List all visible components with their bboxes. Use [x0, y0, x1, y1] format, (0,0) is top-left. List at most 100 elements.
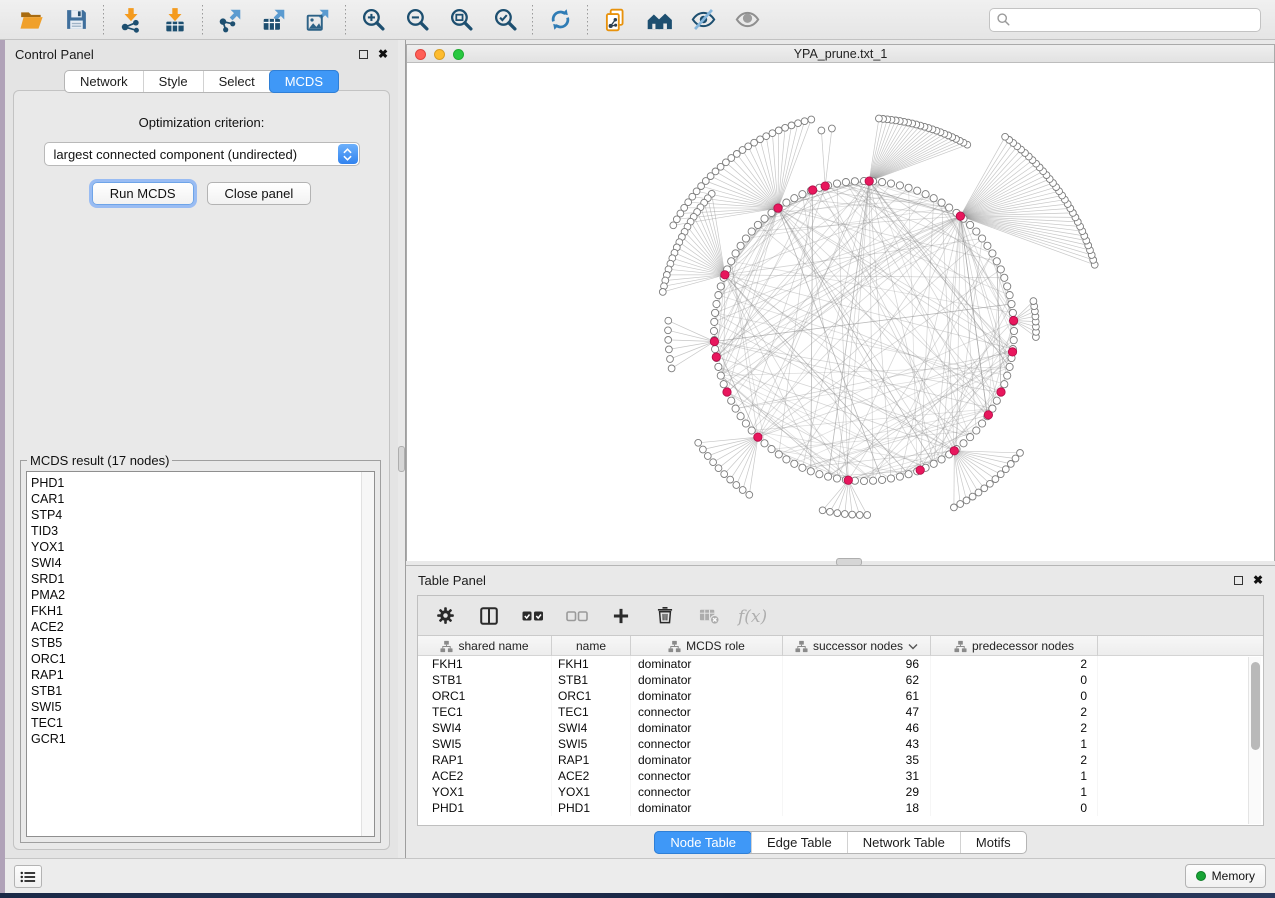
tab-mcds[interactable]: MCDS — [269, 70, 339, 93]
network-node[interactable] — [799, 191, 806, 198]
table-tab-node-table[interactable]: Node Table — [654, 831, 752, 854]
network-node[interactable] — [712, 346, 719, 353]
network-node[interactable] — [761, 215, 768, 222]
network-node[interactable] — [905, 184, 912, 191]
network-node[interactable] — [732, 405, 739, 412]
network-selected-hub-node[interactable] — [997, 388, 1005, 396]
task-history-button[interactable] — [14, 865, 42, 888]
mcds-result-item[interactable]: TID3 — [31, 523, 374, 539]
network-node[interactable] — [791, 195, 798, 202]
network-leaf-node[interactable] — [1012, 455, 1019, 462]
network-leaf-node[interactable] — [665, 317, 672, 324]
network-leaf-node[interactable] — [1017, 450, 1024, 457]
network-node[interactable] — [851, 178, 858, 185]
network-leaf-node[interactable] — [666, 346, 673, 353]
network-node[interactable] — [860, 477, 867, 484]
network-selected-hub-node[interactable] — [723, 388, 731, 396]
network-node[interactable] — [989, 250, 996, 257]
network-leaf-node[interactable] — [727, 476, 734, 483]
network-node[interactable] — [825, 473, 832, 480]
network-graph[interactable] — [407, 63, 1274, 564]
float-panel-icon[interactable] — [359, 50, 368, 59]
network-node[interactable] — [1008, 300, 1015, 307]
folder-open-button[interactable] — [14, 4, 50, 36]
network-leaf-node[interactable] — [818, 127, 825, 134]
network-node[interactable] — [1010, 337, 1017, 344]
search-input[interactable] — [1015, 12, 1254, 27]
tab-select[interactable]: Select — [203, 71, 270, 92]
mcds-result-item[interactable]: PHD1 — [31, 475, 374, 491]
zoom-out-button[interactable] — [399, 4, 435, 36]
criterion-dropdown[interactable]: largest connected component (undirected) — [44, 142, 360, 166]
network-node[interactable] — [1001, 274, 1008, 281]
network-selected-hub-node[interactable] — [865, 177, 873, 185]
network-selected-hub-node[interactable] — [844, 476, 852, 484]
column-header-MCDS-role[interactable]: MCDS role — [631, 636, 783, 656]
select-all-button[interactable] — [518, 601, 548, 631]
network-selected-hub-node[interactable] — [754, 433, 762, 441]
gear-button[interactable] — [430, 601, 460, 631]
export-table-button[interactable] — [256, 4, 292, 36]
network-node[interactable] — [833, 475, 840, 482]
table-row[interactable]: FKH1FKH1dominator962 — [418, 656, 1263, 672]
network-leaf-node[interactable] — [782, 124, 789, 131]
mcds-result-item[interactable]: SWI4 — [31, 555, 374, 571]
column-header-successor-nodes[interactable]: successor nodes — [783, 636, 931, 656]
network-node[interactable] — [922, 191, 929, 198]
network-node[interactable] — [984, 242, 991, 249]
mcds-result-item[interactable]: RAP1 — [31, 667, 374, 683]
mcds-result-item[interactable]: YOX1 — [31, 539, 374, 555]
close-panel-icon[interactable]: ✖ — [378, 48, 388, 60]
close-window-button[interactable] — [415, 49, 426, 60]
network-leaf-node[interactable] — [710, 459, 717, 466]
network-leaf-node[interactable] — [769, 130, 776, 137]
network-selected-hub-node[interactable] — [1008, 348, 1016, 356]
network-selected-hub-node[interactable] — [956, 212, 964, 220]
network-node[interactable] — [710, 327, 717, 334]
network-node[interactable] — [737, 413, 744, 420]
first-neighbors-button[interactable] — [641, 4, 677, 36]
network-node[interactable] — [720, 381, 727, 388]
add-button[interactable] — [606, 601, 636, 631]
table-row[interactable]: SWI5SWI5connector431 — [418, 736, 1263, 752]
network-node[interactable] — [930, 460, 937, 467]
network-leaf-node[interactable] — [876, 115, 883, 122]
table-row[interactable]: RAP1RAP1dominator352 — [418, 752, 1263, 768]
network-leaf-node[interactable] — [819, 507, 826, 514]
network-node[interactable] — [728, 397, 735, 404]
network-node[interactable] — [887, 180, 894, 187]
tab-network[interactable]: Network — [65, 71, 143, 92]
network-node[interactable] — [737, 242, 744, 249]
network-node[interactable] — [1009, 309, 1016, 316]
table-row[interactable]: TEC1TEC1connector472 — [418, 704, 1263, 720]
network-node[interactable] — [967, 221, 974, 228]
network-node[interactable] — [905, 471, 912, 478]
network-leaf-node[interactable] — [739, 487, 746, 494]
network-node[interactable] — [816, 471, 823, 478]
table-row[interactable]: SWI4SWI4dominator462 — [418, 720, 1263, 736]
network-node[interactable] — [717, 372, 724, 379]
network-node[interactable] — [1006, 292, 1013, 299]
tab-style[interactable]: Style — [143, 71, 203, 92]
network-leaf-node[interactable] — [1002, 133, 1009, 140]
network-leaf-node[interactable] — [827, 508, 834, 515]
network-selected-hub-node[interactable] — [710, 337, 718, 345]
network-leaf-node[interactable] — [849, 511, 856, 518]
network-node[interactable] — [711, 318, 718, 325]
table-row[interactable]: ORC1ORC1dominator610 — [418, 688, 1263, 704]
network-node[interactable] — [768, 446, 775, 453]
network-leaf-node[interactable] — [975, 489, 982, 496]
close-table-panel-icon[interactable]: ✖ — [1253, 574, 1263, 586]
network-leaf-node[interactable] — [667, 356, 674, 363]
mcds-result-item[interactable]: ORC1 — [31, 651, 374, 667]
network-node[interactable] — [993, 258, 1000, 265]
network-leaf-node[interactable] — [746, 491, 753, 498]
network-node[interactable] — [783, 199, 790, 206]
mcds-result-item[interactable]: STB1 — [31, 683, 374, 699]
zoom-fit-button[interactable] — [443, 4, 479, 36]
network-leaf-node[interactable] — [801, 118, 808, 125]
export-image-button[interactable] — [300, 4, 336, 36]
columns-button[interactable] — [474, 601, 504, 631]
network-leaf-node[interactable] — [659, 289, 666, 296]
network-leaf-node[interactable] — [808, 116, 815, 123]
